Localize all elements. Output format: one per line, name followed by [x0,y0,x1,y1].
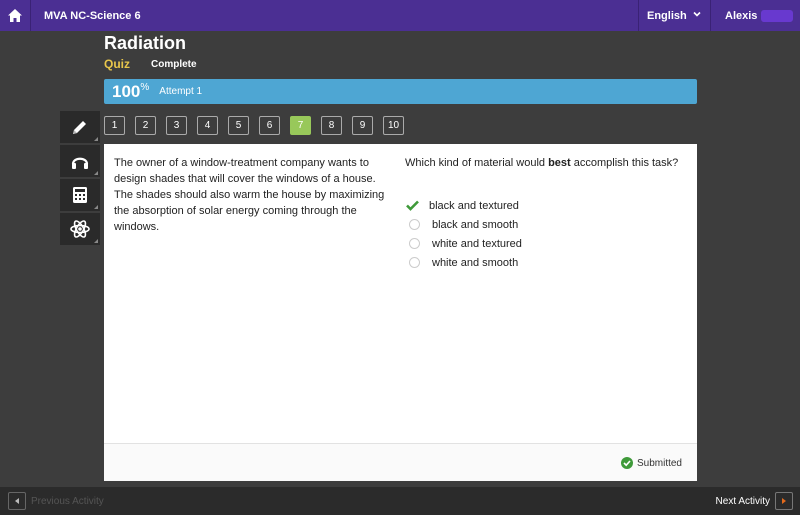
user-menu[interactable]: Alexis [710,0,800,31]
calculator-icon [73,187,87,203]
answer-choice-label: white and smooth [432,256,519,269]
question-nav-9[interactable]: 9 [352,116,373,135]
question-nav-6[interactable]: 6 [259,116,280,135]
previous-activity-label[interactable]: Previous Activity [31,496,104,507]
language-label: English [647,9,687,22]
caret-right-icon [782,498,786,504]
radio-button[interactable] [409,219,420,230]
caret-left-icon [15,498,19,504]
user-name: Alexis [725,9,758,22]
question-nav-1[interactable]: 1 [104,116,125,135]
answer-choices: black and textured black and smooth whit… [405,196,522,272]
question-nav-5[interactable]: 5 [228,116,249,135]
question-prompt-emphasis: best [548,157,571,169]
activity-type: Quiz [104,57,130,71]
question-prompt-prefix: Which kind of material would [405,157,549,169]
checkmark-icon [406,200,421,211]
answer-choice-4[interactable]: white and smooth [405,253,522,272]
audio-tool-button[interactable] [60,145,100,177]
score-value: 100 [112,81,141,101]
question-nav: 1 2 3 4 5 6 7 8 9 10 [104,116,414,135]
atom-icon [70,220,90,238]
science-tool-button[interactable] [60,213,100,245]
home-icon [8,9,22,22]
chevron-down-icon [693,11,701,17]
language-select[interactable]: English [638,0,710,31]
question-panel: The owner of a window-treatment company … [104,144,697,481]
radio-button[interactable] [409,238,420,249]
home-button[interactable] [0,0,31,31]
answer-choice-label: black and textured [429,199,519,212]
answer-choice-1[interactable]: black and textured [405,196,522,215]
check-circle-icon [620,457,633,469]
next-activity-label[interactable]: Next Activity [716,496,770,507]
previous-activity-button[interactable] [8,492,26,510]
radio-button[interactable] [409,257,420,268]
lesson-title: Radiation [104,33,187,53]
question-prompt: Which kind of material would best accomp… [405,155,685,171]
pencil-tool-button[interactable] [60,111,100,143]
answer-choice-3[interactable]: white and textured [405,234,522,253]
question-nav-7[interactable]: 7 [290,116,311,135]
score-unit: % [140,82,150,93]
bottom-bar: Previous Activity Next Activity [0,487,800,515]
question-nav-4[interactable]: 4 [197,116,218,135]
tools-sidebar [60,111,100,247]
pencil-icon [73,121,86,134]
question-nav-2[interactable]: 2 [135,116,156,135]
course-title: MVA NC-Science 6 [44,9,141,22]
activity-status: Complete [151,59,197,70]
calculator-tool-button[interactable] [60,179,100,211]
question-nav-8[interactable]: 8 [321,116,342,135]
score-bar: 100 % Attempt 1 [104,79,697,104]
answer-choice-label: black and smooth [432,218,519,231]
question-nav-10[interactable]: 10 [383,116,404,135]
panel-footer: Submitted [104,443,697,481]
top-bar: MVA NC-Science 6 English Alexis [0,0,800,31]
question-passage: The owner of a window-treatment company … [114,157,385,233]
attempt-label: Attempt 1 [159,86,203,97]
question-prompt-suffix: accomplish this task? [570,157,679,169]
question-nav-3[interactable]: 3 [166,116,187,135]
answer-choice-label: white and textured [432,237,522,250]
headphones-icon [71,157,89,169]
answer-choice-2[interactable]: black and smooth [405,215,522,234]
submission-status-label: Submitted [636,457,682,469]
next-activity-button[interactable] [775,492,793,510]
submission-status: Submitted [620,457,682,469]
user-name-redacted [761,9,794,22]
